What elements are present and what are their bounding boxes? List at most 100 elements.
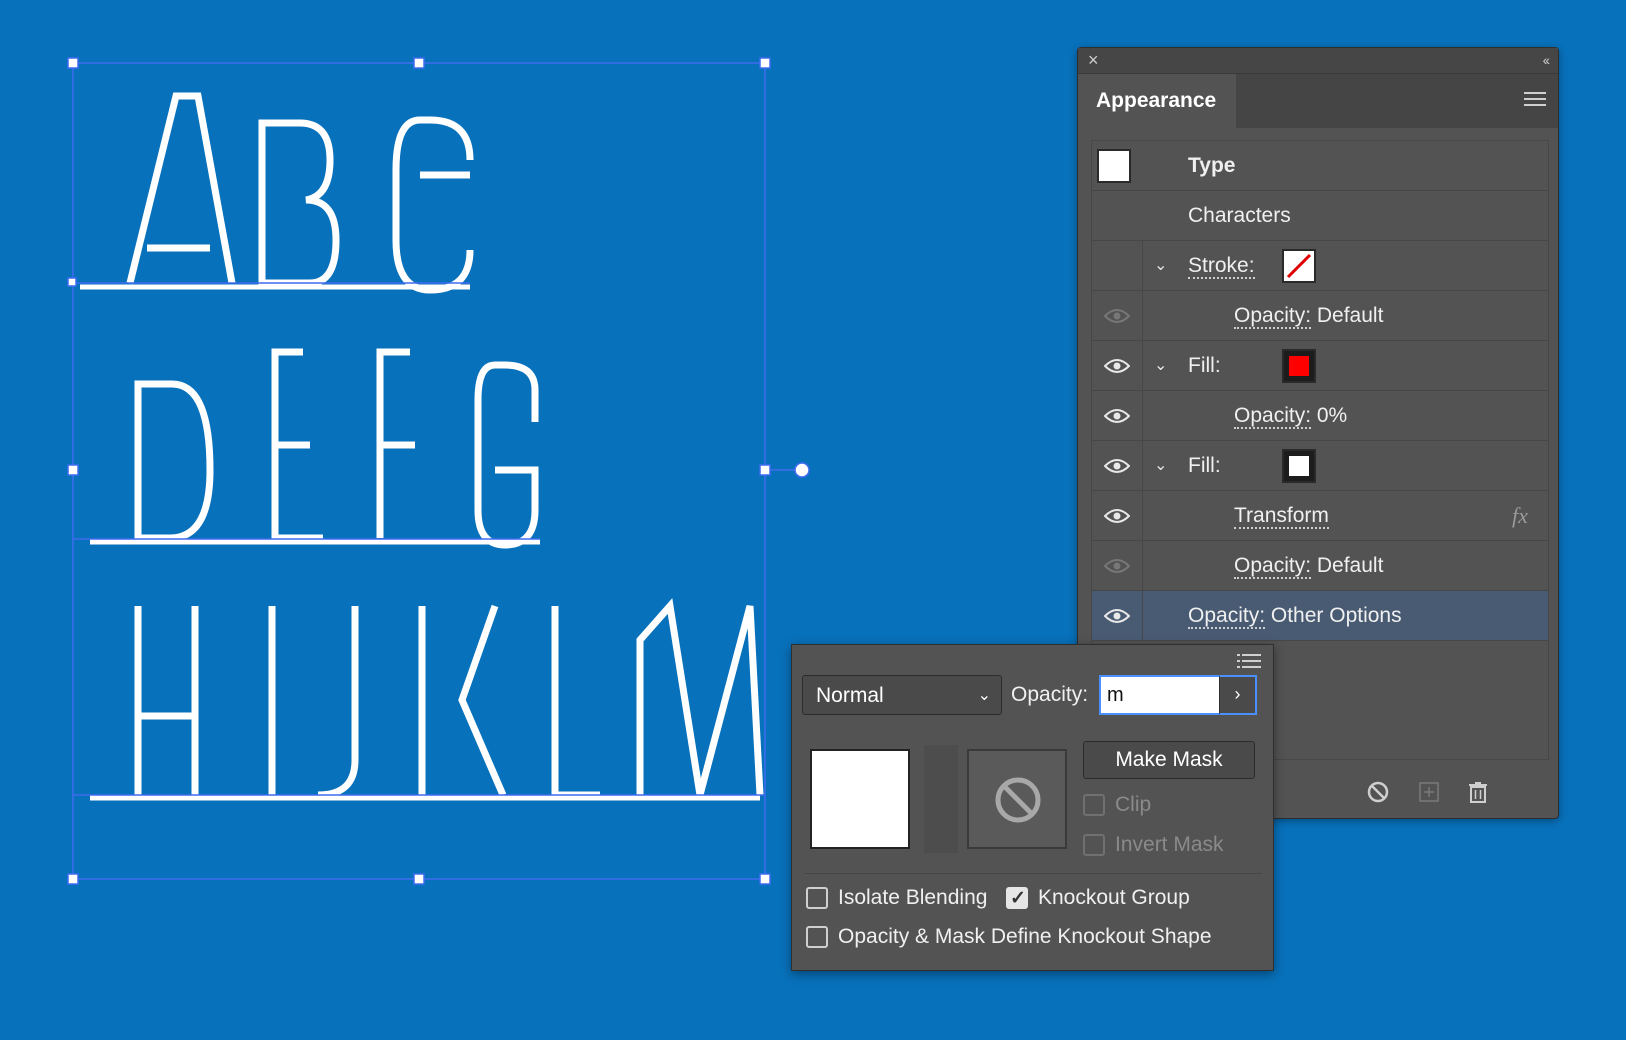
checkbox-box bbox=[1083, 834, 1105, 856]
chevron-down-icon[interactable]: ⌄ bbox=[1154, 355, 1167, 375]
row-divider bbox=[1142, 241, 1143, 290]
row-divider bbox=[1142, 441, 1143, 490]
mask-link-area bbox=[924, 745, 958, 853]
resize-handle-bottom-right[interactable] bbox=[759, 873, 771, 885]
text-object[interactable] bbox=[80, 92, 764, 801]
visibility-toggle[interactable] bbox=[1092, 541, 1142, 590]
mask-thumbnail[interactable] bbox=[967, 749, 1067, 849]
eye-icon bbox=[1104, 409, 1130, 423]
visibility-toggle[interactable] bbox=[1092, 591, 1142, 640]
row-stroke-opacity[interactable]: Opacity: Default bbox=[1092, 291, 1548, 341]
row-divider bbox=[1142, 591, 1143, 640]
fill-swatch-red[interactable] bbox=[1282, 349, 1316, 383]
eye-icon bbox=[1104, 309, 1130, 323]
row-label: Characters bbox=[1188, 204, 1291, 227]
checkbox-box bbox=[1083, 794, 1105, 816]
chevron-down-icon[interactable]: ⌄ bbox=[1154, 455, 1167, 475]
opacity-label-link[interactable]: Opacity: bbox=[1188, 604, 1266, 629]
opacity-label-link[interactable]: Opacity: bbox=[1234, 554, 1312, 579]
eye-icon bbox=[1104, 509, 1130, 523]
no-mask-icon bbox=[995, 777, 1041, 823]
row-divider bbox=[1142, 291, 1143, 340]
row-divider bbox=[1142, 341, 1143, 390]
tab-appearance[interactable]: Appearance bbox=[1078, 74, 1236, 128]
fill-swatch-white[interactable] bbox=[1282, 449, 1316, 483]
row-divider bbox=[1142, 391, 1143, 440]
resize-handle-left[interactable] bbox=[67, 464, 79, 476]
opacity-label-link[interactable]: Opacity: bbox=[1234, 304, 1312, 329]
double-chevron-left-icon[interactable]: ‹‹ bbox=[1543, 51, 1550, 69]
visibility-toggle[interactable] bbox=[1092, 291, 1142, 340]
row-fill-red[interactable]: ⌄ Fill: bbox=[1092, 341, 1548, 391]
transparency-flyout: Normal ⌄ Opacity: › Make Mask Clip Inver… bbox=[791, 644, 1274, 971]
duplicate-item-icon[interactable] bbox=[1417, 780, 1441, 804]
stroke-label-link[interactable]: Stroke: bbox=[1188, 254, 1255, 279]
type-thumbnail bbox=[1097, 149, 1131, 183]
eye-icon bbox=[1104, 459, 1130, 473]
checkbox-box-checked bbox=[1006, 886, 1028, 912]
row-fill-white-opacity[interactable]: Opacity: Default bbox=[1092, 541, 1548, 591]
visibility-toggle[interactable] bbox=[1092, 391, 1142, 440]
resize-handle-top-left[interactable] bbox=[67, 57, 79, 69]
opacity-value: Other Options bbox=[1270, 604, 1402, 627]
hamburger-menu-icon[interactable] bbox=[1524, 92, 1546, 110]
close-icon[interactable]: × bbox=[1088, 51, 1099, 69]
chevron-down-icon: ⌄ bbox=[977, 687, 991, 704]
resize-handle-top[interactable] bbox=[413, 57, 425, 69]
eye-icon bbox=[1104, 359, 1130, 373]
make-mask-button[interactable]: Make Mask bbox=[1083, 741, 1255, 779]
row-transform-effect[interactable]: Transform fx bbox=[1092, 491, 1548, 541]
eye-icon bbox=[1104, 609, 1130, 623]
chevron-down-icon[interactable]: ⌄ bbox=[1154, 255, 1167, 275]
row-label: Type bbox=[1188, 154, 1236, 177]
stroke-swatch-none[interactable] bbox=[1282, 249, 1316, 283]
blend-mode-value: Normal bbox=[816, 684, 884, 707]
list-menu-icon[interactable] bbox=[1237, 653, 1261, 671]
clip-label: Clip bbox=[1115, 793, 1152, 816]
fill-label: Fill: bbox=[1188, 354, 1221, 377]
rotate-handle[interactable] bbox=[794, 462, 810, 478]
knockout-group-label: Knockout Group bbox=[1038, 886, 1190, 909]
row-stroke[interactable]: ⌄ Stroke: bbox=[1092, 241, 1548, 291]
fill-label: Fill: bbox=[1188, 454, 1221, 477]
row-fill-white[interactable]: ⌄ Fill: bbox=[1092, 441, 1548, 491]
visibility-toggle[interactable] bbox=[1092, 341, 1142, 390]
panel-tab-bar: Appearance bbox=[1078, 74, 1558, 128]
text-line-2 bbox=[134, 348, 539, 549]
opacity-value: 0% bbox=[1316, 404, 1348, 427]
resize-handle-right[interactable] bbox=[759, 464, 771, 476]
row-object-opacity[interactable]: Opacity: Other Options bbox=[1092, 591, 1548, 641]
clear-appearance-icon[interactable] bbox=[1366, 780, 1390, 804]
baseline-handle[interactable] bbox=[67, 277, 77, 287]
resize-handle-top-right[interactable] bbox=[759, 57, 771, 69]
visibility-toggle[interactable] bbox=[1092, 491, 1142, 540]
row-fill-opacity[interactable]: Opacity: 0% bbox=[1092, 391, 1548, 441]
checkbox-box bbox=[806, 887, 828, 909]
isolate-blending-label: Isolate Blending bbox=[838, 886, 988, 909]
transform-effect-link[interactable]: Transform bbox=[1234, 504, 1329, 529]
blend-mode-select[interactable]: Normal ⌄ bbox=[802, 675, 1002, 715]
opacity-input[interactable] bbox=[1099, 675, 1219, 715]
define-knockout-shape-label: Opacity & Mask Define Knockout Shape bbox=[838, 925, 1212, 948]
opacity-label-link[interactable]: Opacity: bbox=[1234, 404, 1312, 429]
invert-mask-label: Invert Mask bbox=[1115, 833, 1224, 856]
text-line-3 bbox=[134, 598, 764, 799]
fx-icon: fx bbox=[1512, 503, 1528, 528]
chevron-right-icon[interactable]: › bbox=[1219, 675, 1257, 715]
visibility-toggle[interactable] bbox=[1092, 441, 1142, 490]
panel-title-bar: × ‹‹ bbox=[1078, 48, 1558, 74]
eye-icon bbox=[1104, 559, 1130, 573]
opacity-label: Opacity: bbox=[1011, 683, 1089, 706]
resize-handle-bottom-left[interactable] bbox=[67, 873, 79, 885]
row-characters[interactable]: Characters bbox=[1092, 191, 1548, 241]
opacity-value: Default bbox=[1316, 304, 1384, 327]
checkbox-box bbox=[806, 926, 828, 948]
row-divider bbox=[1142, 491, 1143, 540]
text-line-1 bbox=[126, 92, 474, 294]
artwork-thumbnail[interactable] bbox=[810, 749, 910, 849]
divider bbox=[804, 873, 1262, 874]
opacity-value: Default bbox=[1316, 554, 1384, 577]
trash-icon[interactable] bbox=[1466, 780, 1490, 804]
resize-handle-bottom[interactable] bbox=[413, 873, 425, 885]
row-type[interactable]: Type bbox=[1092, 141, 1548, 191]
